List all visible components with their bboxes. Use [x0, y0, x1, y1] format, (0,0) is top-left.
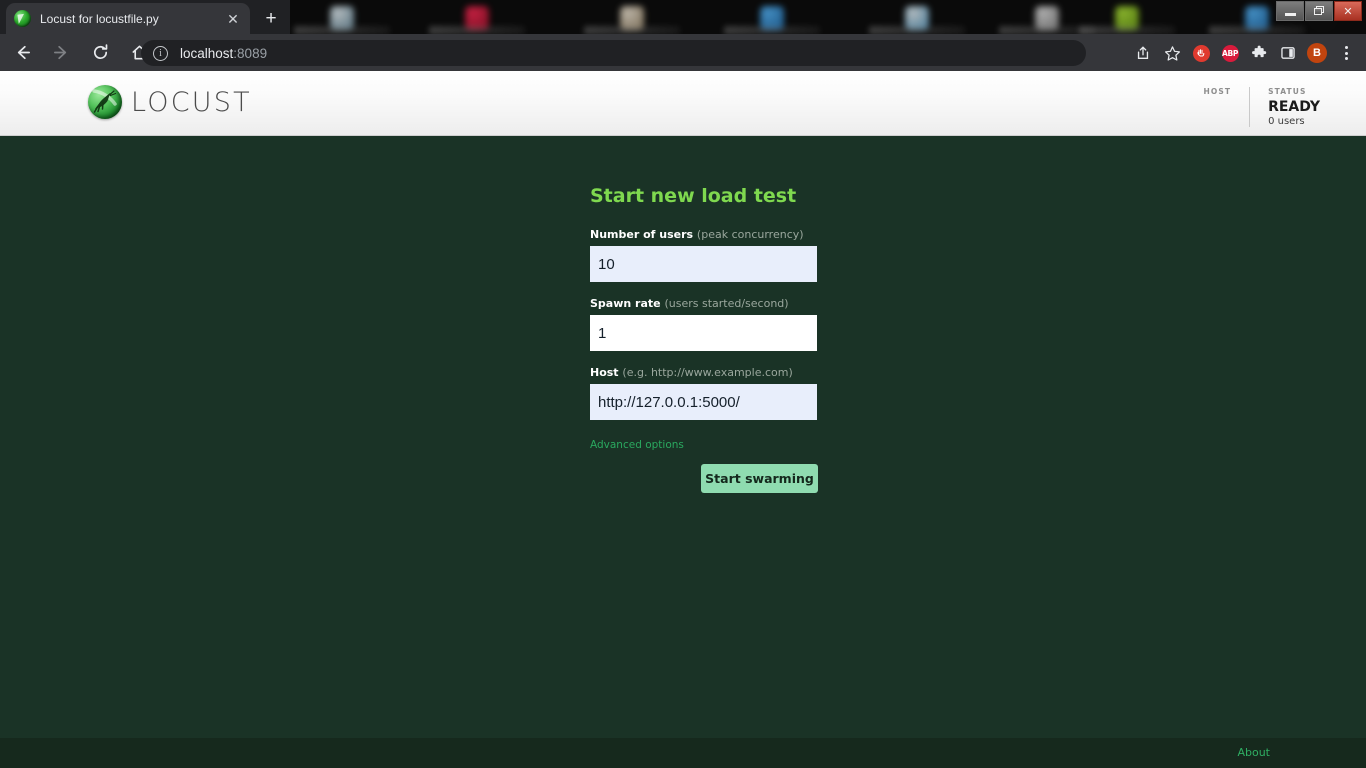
submit-row: Start swarming — [590, 464, 818, 493]
locust-favicon-icon — [14, 10, 31, 27]
status-value: READY — [1268, 99, 1320, 115]
block-extension-icon[interactable] — [1187, 40, 1215, 66]
host-input[interactable] — [590, 384, 817, 420]
start-test-form: Start new load test Number of users (pea… — [590, 185, 818, 493]
browser-window: Locust for locustfile.py ✕ + ✕ i localho… — [0, 0, 1366, 768]
site-info-icon[interactable]: i — [153, 45, 168, 61]
side-panel-icon[interactable] — [1274, 40, 1302, 66]
window-restore-button[interactable] — [1305, 1, 1333, 21]
reload-icon[interactable] — [83, 36, 117, 70]
field-label-text: Spawn rate — [590, 297, 661, 310]
status-subvalue: 0 users — [1268, 116, 1305, 128]
status-key: HOST — [1203, 87, 1232, 96]
browser-tab-strip: Locust for locustfile.py ✕ + ✕ — [0, 0, 1366, 34]
field-label-user_count: Number of users (peak concurrency) — [590, 228, 818, 241]
site-footer: About — [0, 738, 1366, 768]
field-hint-text: (users started/second) — [664, 297, 789, 310]
form-field-spawn_rate: Spawn rate (users started/second) — [590, 297, 818, 351]
window-controls: ✕ — [1276, 1, 1362, 22]
url-host: localhost — [180, 45, 234, 61]
brand-name: LOCUST — [131, 86, 252, 118]
field-hint-text: (e.g. http://www.example.com) — [622, 366, 793, 379]
address-bar[interactable]: i localhost:8089 — [141, 40, 1086, 66]
browser-tab-active[interactable]: Locust for locustfile.py ✕ — [6, 3, 250, 34]
profile-avatar[interactable]: B — [1303, 40, 1331, 66]
field-label-host: Host (e.g. http://www.example.com) — [590, 366, 818, 379]
field-label-spawn_rate: Spawn rate (users started/second) — [590, 297, 818, 310]
share-icon[interactable] — [1129, 40, 1157, 66]
adblock-plus-label: ABP — [1221, 44, 1239, 62]
adblock-plus-icon[interactable]: ABP — [1216, 40, 1244, 66]
url-port: :8089 — [233, 45, 268, 61]
forward-icon[interactable] — [44, 36, 78, 70]
extensions-puzzle-icon[interactable] — [1245, 40, 1273, 66]
brand: LOCUST — [88, 85, 252, 119]
status-column: STATUS READY 0 users — [1249, 87, 1338, 128]
close-tab-icon[interactable]: ✕ — [224, 10, 242, 28]
field-label-text: Host — [590, 366, 619, 379]
form-field-host: Host (e.g. http://www.example.com) — [590, 366, 818, 420]
locust-logo-icon — [88, 85, 122, 119]
address-bar-url: localhost:8089 — [180, 46, 267, 61]
bookmark-star-icon[interactable] — [1158, 40, 1186, 66]
about-link[interactable]: About — [1237, 746, 1270, 759]
site-header: LOCUST HOST STATUS READY 0 users — [0, 71, 1366, 136]
locust-web-page: LOCUST HOST STATUS READY 0 users Start new … — [0, 71, 1366, 768]
form-title: Start new load test — [590, 185, 797, 207]
status-key: STATUS — [1268, 87, 1307, 96]
window-close-button[interactable]: ✕ — [1334, 1, 1362, 21]
window-minimize-button[interactable] — [1276, 1, 1304, 21]
form-field-user_count: Number of users (peak concurrency) — [590, 228, 818, 282]
tab-title: Locust for locustfile.py — [40, 11, 159, 26]
form-fields: Number of users (peak concurrency) Spawn … — [590, 228, 818, 420]
browser-toolbar: i localhost:8089 ABP B — [0, 34, 1366, 71]
field-label-text: Number of users — [590, 228, 694, 241]
new-tab-button[interactable]: + — [258, 7, 284, 31]
status-panel: HOST STATUS READY 0 users — [1186, 87, 1339, 128]
avatar-initial: B — [1307, 43, 1327, 63]
field-hint-text: (peak concurrency) — [696, 228, 804, 241]
advanced-options-link[interactable]: Advanced options — [590, 439, 684, 451]
toolbar-right-actions: ABP B — [1129, 40, 1360, 66]
back-icon[interactable] — [5, 36, 39, 70]
user_count-input[interactable] — [590, 246, 817, 282]
status-column: HOST — [1186, 87, 1250, 99]
spawn_rate-input[interactable] — [590, 315, 817, 351]
browser-menu-icon[interactable] — [1332, 40, 1360, 66]
start-swarming-button[interactable]: Start swarming — [701, 464, 818, 493]
